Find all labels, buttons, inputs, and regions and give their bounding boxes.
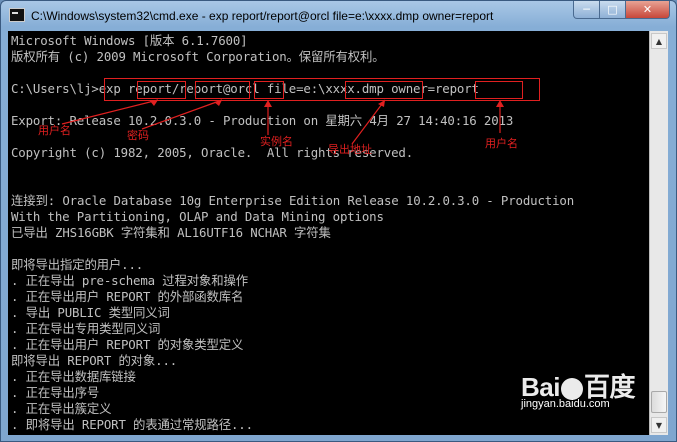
cmd-app-icon[interactable]: [9, 8, 25, 22]
label-username-2: 用户名: [485, 137, 518, 150]
console-line: 连接到: Oracle Database 10g Enterprise Edit…: [11, 193, 575, 208]
console-line: . 正在导出序号: [11, 385, 100, 400]
paw-icon: [560, 378, 583, 401]
scroll-up-arrow-icon[interactable]: ▲: [651, 33, 667, 49]
console-line: . 即将导出 REPORT 的表通过常规路径...: [11, 417, 253, 432]
label-username-1: 用户名: [38, 124, 71, 137]
window-title: C:\Windows\system32\cmd.exe - exp report…: [31, 9, 494, 23]
vertical-scrollbar[interactable]: ▲ ▼: [649, 31, 668, 435]
console-line: . 导出 PUBLIC 类型同义词: [11, 305, 170, 320]
console-line: 即将导出指定的用户...: [11, 257, 144, 272]
console-line: . 正在导出用户 REPORT 的对象类型定义: [11, 337, 244, 352]
console-line: With the Partitioning, OLAP and Data Min…: [11, 209, 384, 224]
console-line: . 正在导出数据库链接: [11, 369, 136, 384]
console-line: 版权所有 (c) 2009 Microsoft Corporation。保留所有…: [11, 49, 385, 64]
highlight-username: [137, 81, 186, 99]
scroll-thumb[interactable]: [651, 391, 667, 413]
console-line: 即将导出 REPORT 的对象...: [11, 353, 178, 368]
console-line: . 正在导出簇定义: [11, 401, 112, 416]
console-line: 已导出 ZHS16GBK 字符集和 AL16UTF16 NCHAR 字符集: [11, 225, 331, 240]
highlight-password: [195, 81, 250, 99]
minimize-button[interactable]: ─: [573, 1, 600, 19]
maximize-button[interactable]: □: [600, 1, 626, 19]
highlight-file-path: [345, 81, 423, 99]
watermark-url: jingyan.baidu.com: [521, 398, 610, 410]
console-line: . 正在导出 pre-schema 过程对象和操作: [11, 273, 248, 288]
baidu-watermark: Bai 百度 jingyan.baidu.com: [521, 367, 635, 410]
console-line: . 正在导出用户 REPORT 的外部函数库名: [11, 289, 244, 304]
window-controls: ─ □ ✕: [573, 1, 670, 21]
highlight-owner: [475, 81, 523, 99]
console-line: Microsoft Windows [版本 6.1.7600]: [11, 33, 248, 48]
title-bar[interactable]: C:\Windows\system32\cmd.exe - exp report…: [1, 1, 676, 31]
label-password: 密码: [127, 129, 149, 142]
close-button[interactable]: ✕: [626, 1, 670, 19]
console-line: Export: Release 10.2.0.3.0 - Production …: [11, 113, 514, 128]
scroll-down-arrow-icon[interactable]: ▼: [651, 417, 667, 433]
label-instance: 实例名: [260, 135, 293, 148]
label-export-path: 导出地址: [328, 143, 372, 156]
highlight-instance: [254, 81, 284, 99]
console-line: . 正在导出专用类型同义词: [11, 321, 161, 336]
